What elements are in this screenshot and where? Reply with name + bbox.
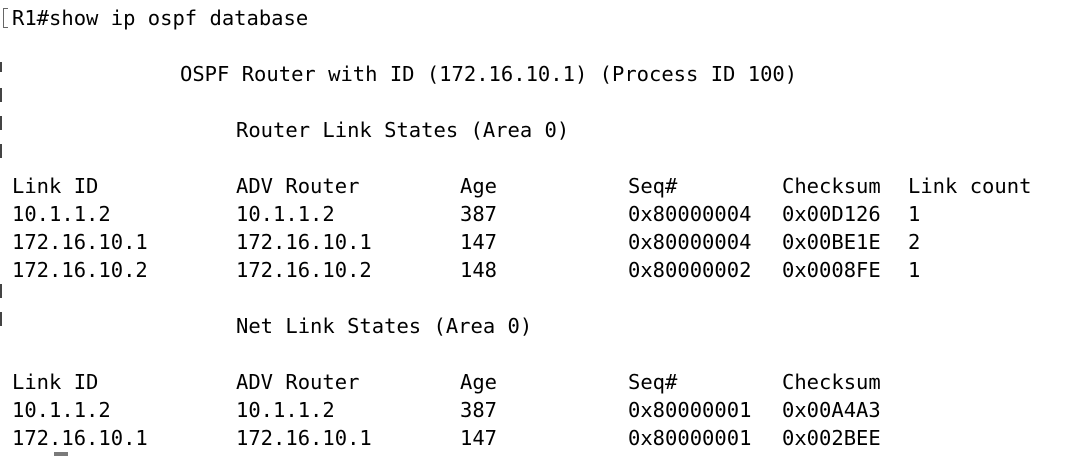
net-link-states-title: Net Link States (Area 0) [236,314,533,338]
row-link-id: 10.1.1.2 [12,202,111,226]
row-adv-router: 10.1.1.2 [236,202,335,226]
row-age: 148 [460,258,498,282]
row-link-count: 1 [908,202,921,226]
header-age: Age [460,174,498,198]
row-link-id: 172.16.10.2 [12,258,148,282]
row-age: 387 [460,398,498,422]
row-seq: 0x80000004 [628,230,752,254]
header-seq: Seq# [628,174,678,198]
router-link-states-title: Router Link States (Area 0) [236,118,570,142]
row-seq: 0x80000001 [628,398,752,422]
row-checksum: 0x002BEE [782,426,881,450]
header-seq: Seq# [628,370,678,394]
row-link-id: 10.1.1.2 [12,398,111,422]
header-link-id: Link ID [12,370,99,394]
header-checksum: Checksum [782,174,881,198]
router-table-header: Link ID ADV Router Age Seq# Checksum Lin… [12,172,1031,200]
row-checksum: 0x00BE1E [782,230,881,254]
ospf-router-header: OSPF Router with ID (172.16.10.1) (Proce… [180,62,798,86]
row-checksum: 0x0008FE [782,258,881,282]
left-edge-mark [0,88,2,102]
terminal-cursor [54,452,68,456]
selection-bracket [3,8,8,28]
header-adv-router: ADV Router [236,174,360,198]
terminal-window[interactable]: R1#show ip ospf database OSPF Router wit… [0,0,1086,456]
row-link-count: 2 [908,230,921,254]
left-edge-mark [0,116,2,130]
row-checksum: 0x00A4A3 [782,398,881,422]
row-adv-router: 172.16.10.1 [236,230,372,254]
prompt-command-line: R1#show ip ospf database [12,6,309,30]
net-table-header: Link ID ADV Router Age Seq# Checksum [12,368,881,396]
left-edge-mark [0,144,2,158]
net-table-row: 10.1.1.2 10.1.1.2 387 0x80000001 0x00A4A… [12,396,881,424]
row-adv-router: 10.1.1.2 [236,398,335,422]
row-link-count: 1 [908,258,921,282]
header-age: Age [460,370,498,394]
row-age: 387 [460,202,498,226]
row-seq: 0x80000004 [628,202,752,226]
row-checksum: 0x00D126 [782,202,881,226]
router-table-row: 172.16.10.2 172.16.10.2 148 0x80000002 0… [12,256,920,284]
row-link-id: 172.16.10.1 [12,230,148,254]
router-table-row: 172.16.10.1 172.16.10.1 147 0x80000004 0… [12,228,920,256]
row-seq: 0x80000001 [628,426,752,450]
header-link-id: Link ID [12,174,99,198]
row-adv-router: 172.16.10.1 [236,426,372,450]
row-seq: 0x80000002 [628,258,752,282]
left-edge-mark [0,312,2,326]
header-link-count: Link count [908,174,1032,198]
row-adv-router: 172.16.10.2 [236,258,372,282]
left-edge-mark [0,62,2,72]
row-age: 147 [460,230,498,254]
header-checksum: Checksum [782,370,881,394]
router-table-row: 10.1.1.2 10.1.1.2 387 0x80000004 0x00D12… [12,200,920,228]
row-age: 147 [460,426,498,450]
row-link-id: 172.16.10.1 [12,426,148,450]
left-edge-mark [0,284,2,298]
header-adv-router: ADV Router [236,370,360,394]
net-table-row: 172.16.10.1 172.16.10.1 147 0x80000001 0… [12,424,881,452]
